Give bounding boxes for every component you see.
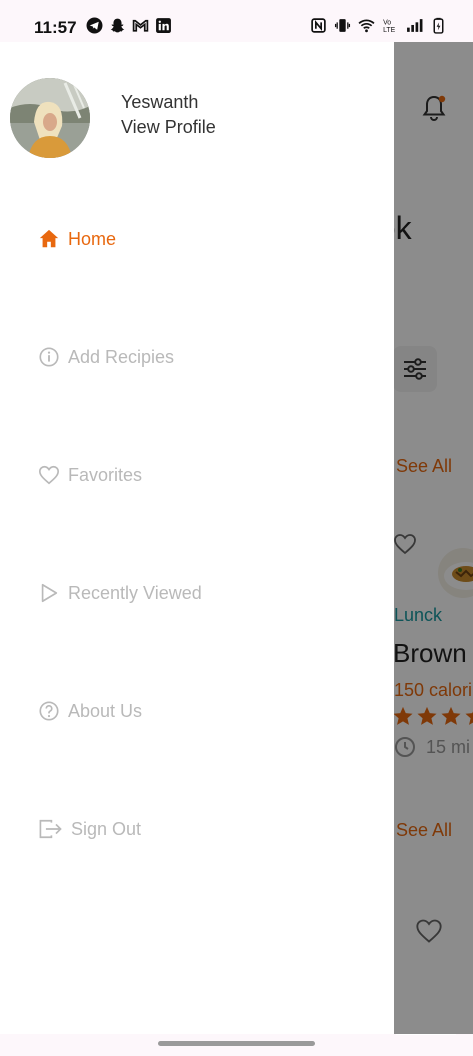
signal-icon [407,19,423,32]
notification-icons [86,17,172,34]
svg-text:Vo: Vo [383,19,391,26]
svg-text:LTE: LTE [383,27,396,34]
navigation-drawer: Yeswanth View Profile Home Add Recipies … [0,42,394,1034]
nav-item-label: Recently Viewed [68,582,202,603]
status-time: 11:57 [34,18,77,37]
nav-item-label: About Us [68,700,143,721]
help-icon [39,701,59,721]
telegram-icon [86,17,103,34]
heart-icon [39,465,59,485]
gmail-icon [132,19,149,32]
gesture-navigation-bar[interactable] [158,1041,315,1046]
linkedin-icon [156,18,171,33]
info-icon [39,347,59,367]
avatar[interactable] [10,78,90,158]
nav-item-label: Favorites [68,464,143,485]
status-bar: 11:57 Vo LTE [0,0,473,42]
nav-item-add-recipies[interactable]: Add Recipies [38,342,174,372]
nav-item-sign-out[interactable]: Sign Out [38,814,141,844]
nav-item-recently-viewed[interactable]: Recently Viewed [38,578,202,608]
home-icon [39,229,59,248]
nfc-icon [311,18,326,33]
nav-item-label: Add Recipies [68,346,175,367]
battery-icon [433,17,444,34]
vibrate-icon [334,19,351,32]
play-icon [41,583,58,603]
volte-icon: VoLTE [383,19,396,34]
nav-item-label: Home [68,228,117,249]
nav-item-about-us[interactable]: About Us [38,696,142,726]
view-profile-link[interactable]: View Profile [121,117,216,138]
system-icons: Vo LTE [310,17,447,34]
snapchat-icon [110,18,125,33]
wifi-icon [358,19,375,33]
user-name: Yeswanth [121,92,199,112]
nav-item-home[interactable]: Home [38,224,116,254]
nav-item-label: Sign Out [71,818,142,839]
nav-item-favorites[interactable]: Favorites [38,460,142,490]
sign-out-icon [39,819,62,839]
